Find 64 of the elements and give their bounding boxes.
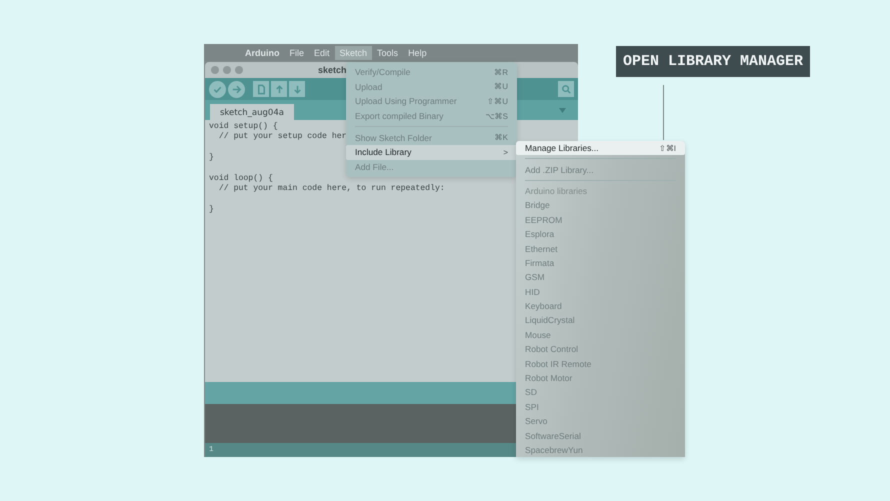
menu-bar-item[interactable]: Sketch [334, 46, 372, 60]
shortcut-label: ⇧⌘I [658, 144, 676, 153]
window-title: sketch [318, 65, 347, 75]
shortcut-label: ⌘U [494, 82, 508, 92]
code-line: // put your main code here, to run repeatedly: [218, 184, 445, 195]
code-line: } [209, 153, 214, 164]
menu-item[interactable]: SPI [516, 400, 685, 414]
menu-bar-item[interactable]: Help [403, 46, 432, 60]
submenu-arrow: > [503, 148, 508, 157]
menu-item[interactable]: Firmata [516, 256, 685, 270]
menu-item[interactable]: Servo [516, 414, 685, 428]
verify-button[interactable] [209, 80, 226, 98]
right-arrow-icon [231, 84, 242, 94]
menu-bar-item[interactable]: Tools [372, 46, 404, 60]
menu-item[interactable]: Robot Motor [516, 370, 685, 386]
menu-item[interactable]: Mouse [516, 328, 685, 342]
document-icon [256, 84, 266, 94]
code-line: } [209, 205, 214, 216]
serial-monitor-button[interactable] [558, 81, 574, 97]
menu-item[interactable]: Export compiled Binary ⌥⌘S [346, 108, 517, 124]
menu-item[interactable]: Add File... [346, 160, 517, 174]
shortcut-label: ⌘K [494, 133, 508, 142]
menu-item[interactable]: Robot Control [516, 342, 685, 356]
shortcut-label: ⌥⌘S [486, 112, 508, 121]
menu-item[interactable]: Esplora [516, 226, 685, 242]
leader-line [663, 85, 664, 140]
menu-item[interactable]: LiquidCrystal [516, 313, 685, 328]
code-line: void setup() { [209, 122, 278, 132]
up-arrow-icon [274, 84, 284, 94]
upload-button[interactable] [228, 80, 245, 98]
menu-item[interactable]: SD [516, 385, 685, 400]
callout-label: OPEN LIBRARY MANAGER [616, 46, 810, 77]
magnifier-icon [560, 84, 572, 94]
menu-item[interactable]: EEPROM [516, 212, 685, 227]
menu-item[interactable]: SoftwareSerial [516, 428, 685, 443]
menu-item[interactable]: Manage Libraries... ⇧⌘I [516, 141, 685, 156]
code-line: // put your setup code her [218, 132, 347, 143]
menu-item[interactable]: Show Sketch Folder ⌘K [346, 130, 517, 145]
menu-item[interactable]: Ethernet [516, 241, 685, 256]
menu-item[interactable]: Add .ZIP Library... [516, 162, 685, 177]
caret-down-icon[interactable] [559, 108, 566, 113]
menu-item[interactable]: Upload Using Programmer ⇧⌘U [346, 94, 517, 109]
menu-item[interactable]: GSM [516, 270, 685, 285]
menu-item[interactable]: Verify/Compile ⌘R [346, 65, 517, 80]
menu-bar-item[interactable]: File [284, 46, 310, 60]
menu-section-header: Arduino libraries [524, 184, 588, 198]
shortcut-label: ⇧⌘U [487, 96, 508, 106]
menu-bar-item[interactable]: Edit [309, 46, 335, 60]
menu-item[interactable]: Bridge [516, 198, 685, 213]
sketch-tab[interactable]: sketch_aug04a [210, 104, 294, 120]
close-window-icon[interactable] [211, 66, 219, 74]
open-button[interactable] [271, 81, 287, 97]
menu-bar-item[interactable]: Arduino [240, 46, 284, 60]
menu-item[interactable]: Robot IR Remote [516, 356, 685, 371]
code-line: void loop() { [209, 174, 273, 184]
save-button[interactable] [289, 81, 305, 97]
minimize-window-icon[interactable] [223, 66, 231, 74]
menu-item[interactable]: Keyboard [516, 298, 685, 314]
menu-item[interactable]: Include Library > [346, 144, 517, 160]
shortcut-label: ⌘R [494, 68, 508, 77]
zoom-window-icon[interactable] [235, 66, 243, 74]
menu-item[interactable]: HID [516, 284, 685, 299]
new-button[interactable] [253, 81, 269, 97]
down-arrow-icon [292, 84, 302, 94]
